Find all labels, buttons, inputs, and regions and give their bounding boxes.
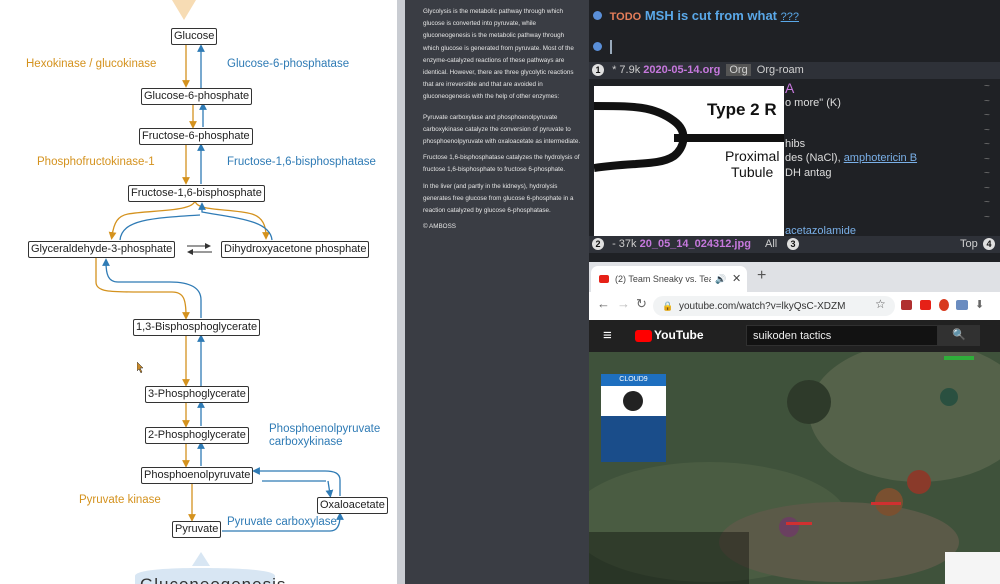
right-buffer: A o more" (K) hibs des (NaCl), amphoteri…	[785, 80, 985, 236]
extension-icon[interactable]	[920, 300, 931, 310]
buffer-name: 20_05_14_024312.jpg	[639, 238, 751, 250]
heading-text: MSH is cut from what	[644, 8, 778, 23]
tab-bar: (2) Team Sneaky vs. Team B 🔊 ✕ +	[589, 262, 1000, 292]
text-cursor	[610, 39, 613, 54]
bmw-logo	[601, 386, 666, 416]
paragraph-intro: Glycolysis is the metabolic pathway thro…	[423, 8, 574, 101]
window-number-3: 3	[787, 238, 799, 250]
buffer-name: 2020-05-14.org	[643, 64, 721, 76]
url-text: youtube.com/watch?v=lkyQsC-XDZM	[679, 301, 846, 312]
tab-audio-icon[interactable]: 🔊	[715, 266, 726, 292]
buffer-line: des (NaCl), amphotericin B	[785, 152, 918, 164]
omnibox[interactable]: 🔒 youtube.com/watch?v=lkyQsC-XDZM	[653, 296, 895, 316]
mouse-cursor-icon	[137, 362, 144, 373]
search-input[interactable]: suikoden tactics	[746, 325, 938, 346]
buffer-line: o more" (K)	[785, 97, 841, 109]
image-label-proximal: Proximal	[725, 148, 780, 164]
image-buffer: Type 2 R Proximal Tubule	[594, 86, 784, 236]
tab-youtube[interactable]: (2) Team Sneaky vs. Team B 🔊 ✕	[591, 266, 747, 292]
node-pyruvate: Pyruvate	[172, 521, 222, 538]
window-number-2: 2	[592, 238, 604, 250]
extension-icon[interactable]	[956, 300, 968, 310]
image-label-tubule: Tubule	[731, 164, 774, 180]
empty-heading[interactable]	[593, 38, 613, 56]
tab-close-icon[interactable]: ✕	[732, 266, 741, 292]
node-fructose-1-6-bisphosphate: Fructose-1,6-bisphosphate	[128, 185, 265, 202]
new-tab-button[interactable]: +	[757, 267, 766, 285]
minor-mode: Org-roam	[756, 64, 804, 76]
heading-link[interactable]: ???	[781, 11, 799, 23]
bmw-logo-icon	[623, 391, 643, 411]
youtube-header: ≡ YouTube suikoden tactics 🔍	[589, 320, 1000, 352]
bookmark-star-icon[interactable]: ☆	[875, 297, 886, 311]
modeline-window-2: 2 - 37k 20_05_14_024312.jpg All 3 Top 4	[589, 236, 1000, 253]
emacs-window[interactable]: TODO MSH is cut from what ??? 1 * 7.9k 2…	[589, 0, 1000, 262]
buffer-position: All	[765, 238, 778, 250]
enzyme-fructose-bisphosphatase: Fructose-1,6-bisphosphatase	[227, 156, 376, 168]
window-number-4: 4	[983, 238, 995, 250]
split-divider[interactable]	[397, 0, 405, 584]
youtube-logo-text[interactable]: YouTube	[654, 328, 704, 342]
video-player[interactable]: CLOUD9	[589, 352, 1000, 584]
node-glucose-6-phosphate: Glucose-6-phosphate	[141, 88, 253, 105]
enzyme-pyruvate-kinase: Pyruvate kinase	[79, 494, 161, 506]
extension-icon[interactable]	[901, 300, 912, 310]
node-2-phosphoglycerate: 2-Phosphoglycerate	[145, 427, 249, 444]
paragraph-glucose-6-phosphatase: In the liver (and partly in the kidneys)…	[423, 182, 574, 215]
node-fructose-6-phosphate: Fructose-6-phosphate	[139, 128, 253, 145]
lock-icon: 🔒	[662, 301, 674, 311]
tab-title: (2) Team Sneaky vs. Team B	[615, 274, 711, 284]
back-icon[interactable]: ←	[597, 296, 610, 311]
explanation-panel: Glycolysis is the metabolic pathway thro…	[405, 0, 589, 584]
enzyme-hexokinase: Hexokinase / glucokinase	[26, 58, 157, 70]
sponsor-overlay: CLOUD9	[601, 374, 666, 386]
node-dihydroxyacetone-phosphate: Dihydroxyacetone phosphate	[221, 241, 370, 258]
buffer-line: hibs	[785, 137, 806, 150]
buffer-line: DH antag	[785, 166, 832, 179]
menu-icon[interactable]: ≡	[603, 327, 612, 344]
modeline-window-1: 1 * 7.9k 2020-05-14.org Org Org-roam	[589, 62, 1000, 79]
reload-icon[interactable]: ↻	[636, 296, 647, 312]
fringe: ~ ~ ~ ~ ~ ~ ~ ~ ~ ~	[984, 81, 990, 223]
enzyme-phosphofructokinase: Phosphofructokinase-1	[37, 156, 155, 168]
node-glyceraldehyde-3-phosphate: Glyceraldehyde-3-phosphate	[28, 241, 176, 258]
paragraph-pyruvate-carboxylase: Pyruvate carboxylase and phosphoenolpyru…	[423, 113, 581, 146]
enzyme-pepck: Phosphoenolpyruvate carboxykinase	[269, 423, 381, 448]
image-title: Type 2 R	[707, 100, 777, 119]
search-button[interactable]: 🔍	[938, 325, 980, 346]
glycolysis-diagram: Glucose Glucose-6-phosphate Fructose-6-p…	[0, 0, 397, 584]
buffer-line: A	[785, 80, 795, 96]
cast-icon[interactable]: ⬇	[975, 298, 984, 311]
copyright: © AMBOSS	[423, 223, 456, 231]
node-oxaloacetate: Oxaloacetate	[317, 497, 388, 514]
browser-window[interactable]: (2) Team Sneaky vs. Team B 🔊 ✕ + ← → ↻ 🔒…	[589, 262, 1000, 584]
youtube-favicon-icon	[599, 275, 609, 283]
paragraph-fructose-bisphosphatase: Fructose 1,6-bisphosphatase catalyzes th…	[423, 154, 580, 174]
buffer-size: * 7.9k	[612, 64, 641, 76]
node-phosphoenolpyruvate: Phosphoenolpyruvate	[141, 467, 254, 484]
buffer-size: - 37k	[612, 238, 637, 250]
enzyme-pyruvate-carboxylase: Pyruvate carboxylase	[227, 516, 337, 528]
amphotericin-link[interactable]: amphotericin B	[844, 152, 917, 164]
node-3-phosphoglycerate: 3-Phosphoglycerate	[145, 386, 249, 403]
todo-keyword: TODO	[609, 11, 642, 23]
enzyme-glucose-6-phosphatase: Glucose-6-phosphatase	[227, 58, 350, 70]
major-mode: Org	[726, 64, 751, 76]
org-heading[interactable]: TODO MSH is cut from what ???	[593, 8, 799, 23]
window-number-1: 1	[592, 64, 604, 76]
node-1-3-bisphosphoglycerate: 1,3-Bisphosphoglycerate	[133, 319, 261, 336]
heading-bullet-icon	[593, 42, 602, 51]
youtube-logo-icon[interactable]	[635, 330, 652, 342]
address-toolbar: ← → ↻ 🔒 youtube.com/watch?v=lkyQsC-XDZM …	[589, 292, 1000, 321]
gluconeogenesis-label: Gluconeogenesis	[140, 575, 286, 584]
forward-icon[interactable]: →	[617, 296, 630, 311]
extension-icon[interactable]	[939, 299, 949, 311]
node-glucose: Glucose	[171, 28, 218, 45]
jersey-ad	[601, 416, 666, 462]
buffer-position: Top	[960, 238, 978, 250]
heading-bullet-icon	[593, 11, 602, 20]
buffer-line: acetazolamide	[785, 225, 856, 236]
